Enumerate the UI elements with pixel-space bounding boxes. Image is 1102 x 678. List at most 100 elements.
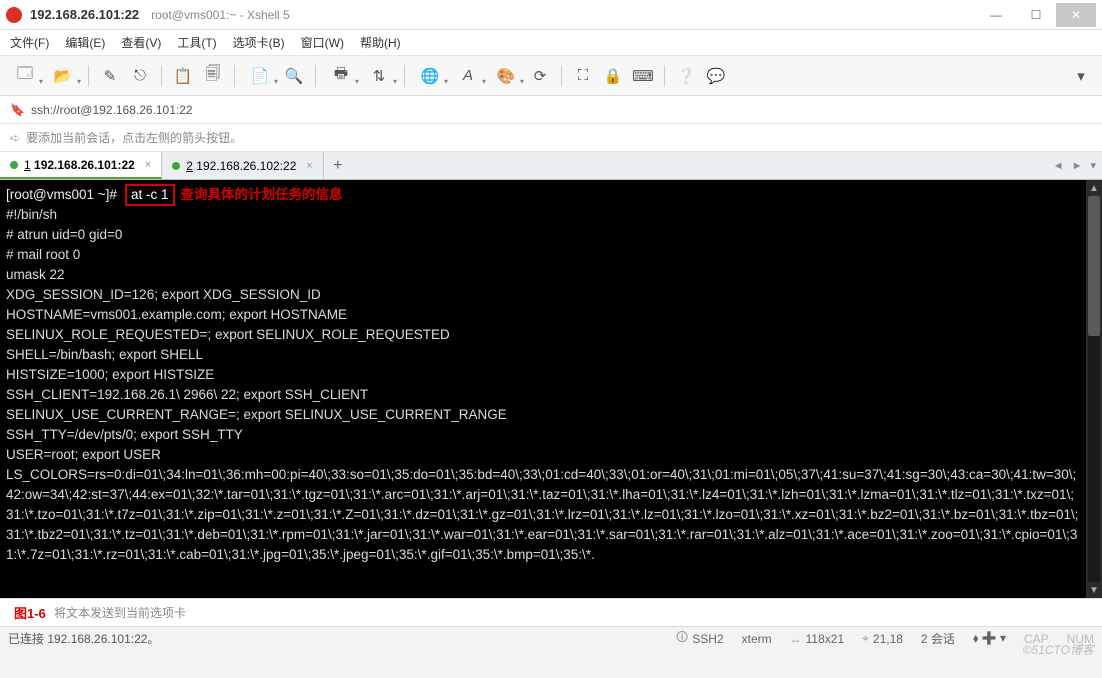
terminal-line: SELINUX_ROLE_REQUESTED=; export SELINUX_… [6,327,450,342]
separator [315,65,316,87]
terminal-line: # atrun uid=0 gid=0 [6,227,122,242]
terminal-line: #!/bin/sh [6,207,57,222]
close-button[interactable]: ✕ [1056,3,1096,27]
lock-small-icon: 🛈 [676,628,688,649]
window-title-sub: root@vms001:~ - Xshell 5 [151,8,290,22]
scroll-thumb[interactable] [1088,196,1100,336]
session-tab-1[interactable]: 1 192.168.26.101:22 × [0,152,162,179]
terminal-line: SELINUX_USE_CURRENT_RANGE=; export SELIN… [6,407,507,422]
new-session-icon[interactable]: 🗔▾ [8,63,42,89]
status-overflow[interactable]: ⬧ ➕ ▾ [973,631,1006,646]
window-title-host: 192.168.26.101:22 [30,7,139,22]
tab-index: 1 [24,158,31,172]
refresh-icon[interactable]: ⟳ [527,63,553,89]
separator [234,65,235,87]
terminal-annotation: 查询具体的计划任务的信息 [181,187,343,202]
tab-scroll-left-icon[interactable]: ◄ [1053,160,1064,172]
menu-file[interactable]: 文件(F) [10,34,49,51]
compose-bar[interactable]: 图1-6 将文本发送到当前选项卡 [0,598,1102,626]
tab-label: 192.168.26.101:22 [34,158,135,172]
hint-bar: ➪ 要添加当前会话，点击左侧的箭头按钮。 [0,124,1102,152]
reconnect-icon[interactable]: ✎ [97,63,123,89]
menu-window[interactable]: 窗口(W) [301,34,344,51]
menu-help[interactable]: 帮助(H) [360,34,401,51]
status-size: ↔118x21 [790,632,844,646]
app-icon [6,7,22,23]
find-icon[interactable]: 🔍 [281,63,307,89]
status-sessions: 2 会话 [921,630,955,647]
address-url[interactable]: ssh://root@192.168.26.101:22 [31,103,193,117]
menu-tools[interactable]: 工具(T) [177,34,216,51]
session-tab-2[interactable]: 2 192.168.26.102:22 × [162,152,324,179]
menu-bar: 文件(F) 编辑(E) 查看(V) 工具(T) 选项卡(B) 窗口(W) 帮助(… [0,30,1102,56]
separator [161,65,162,87]
minimize-button[interactable]: — [976,3,1016,27]
add-tab-button[interactable]: + [324,152,352,179]
close-icon[interactable]: × [306,160,312,172]
toolbar-overflow-icon[interactable]: ▾ [1068,63,1094,89]
menu-tabs[interactable]: 选项卡(B) [233,34,285,51]
separator [664,65,665,87]
color-icon[interactable]: 🎨▾ [489,63,523,89]
status-cursor: ⌖21,18 [862,631,903,646]
font-icon[interactable]: A▾ [451,63,485,89]
size-icon: ↔ [790,632,802,646]
bookmark-icon[interactable]: 🔖 [10,103,25,117]
open-session-icon[interactable]: 📂▾ [46,63,80,89]
terminal-output[interactable]: [root@vms001 ~]# at -c 1 查询具体的计划任务的信息 #!/… [0,180,1086,598]
terminal-line: HOSTNAME=vms001.example.com; export HOST… [6,307,347,322]
title-bar: 192.168.26.101:22 root@vms001:~ - Xshell… [0,0,1102,30]
hint-text: 要添加当前会话，点击左侧的箭头按钮。 [26,129,242,146]
terminal-line: # mail root 0 [6,247,80,262]
scroll-down-icon[interactable]: ▼ [1086,582,1102,598]
close-icon[interactable]: × [145,159,151,171]
terminal-line: SSH_CLIENT=192.168.26.1\ 2966\ 22; expor… [6,387,368,402]
paste-icon[interactable]: 📄▾ [243,63,277,89]
address-bar: 🔖 ssh://root@192.168.26.101:22 [0,96,1102,124]
terminal-line: umask 22 [6,267,65,282]
watermark: ©51CTO博客 [1023,641,1094,658]
scroll-up-icon[interactable]: ▲ [1086,180,1102,196]
tab-index: 2 [186,159,193,173]
toolbar: 🗔▾ 📂▾ ✎ ⎋ 📋 🗐 📄▾ 🔍 🖶▾ ⇅▾ 🌐▾ A▾ 🎨▾ ⟳ ⛶ 🔒 … [0,56,1102,96]
cursor-icon: ⌖ [862,631,869,646]
tab-menu-icon[interactable]: ▾ [1090,159,1096,172]
separator [404,65,405,87]
terminal-line: SHELL=/bin/bash; export SHELL [6,347,203,362]
keyboard-icon[interactable]: ⌨ [630,63,656,89]
status-dot-icon [10,161,18,169]
terminal-pane: [root@vms001 ~]# at -c 1 查询具体的计划任务的信息 #!/… [0,180,1102,598]
print-icon[interactable]: 🖶▾ [324,63,358,89]
separator [561,65,562,87]
tab-scroll: ◄ ► ▾ [1047,152,1102,179]
chat-icon[interactable]: 💬 [703,63,729,89]
help-icon[interactable]: ❔ [673,63,699,89]
terminal-line: XDG_SESSION_ID=126; export XDG_SESSION_I… [6,287,321,302]
properties-icon[interactable]: 📋 [170,63,196,89]
menu-view[interactable]: 查看(V) [121,34,161,51]
lock-icon[interactable]: 🔒 [600,63,626,89]
maximize-button[interactable]: ☐ [1016,3,1056,27]
terminal-line-lscolors: LS_COLORS=rs=0:di=01\;34:ln=01\;36:mh=00… [6,467,1079,562]
copy-icon[interactable]: 🗐 [200,63,226,89]
transfer-icon[interactable]: ⇅▾ [362,63,396,89]
menu-edit[interactable]: 编辑(E) [65,34,105,51]
terminal-scrollbar[interactable]: ▲ ▼ [1086,180,1102,598]
tab-label: 192.168.26.102:22 [196,159,296,173]
window-controls: — ☐ ✕ [976,3,1096,27]
fullscreen-icon[interactable]: ⛶ [570,63,596,89]
status-bar: 已连接 192.168.26.101:22。 🛈SSH2 xterm ↔118x… [0,626,1102,650]
terminal-line: USER=root; export USER [6,447,161,462]
status-protocol: 🛈SSH2 [676,628,724,649]
disconnect-icon[interactable]: ⎋ [127,63,153,89]
globe-icon[interactable]: 🌐▾ [413,63,447,89]
terminal-command-highlight: at -c 1 [125,184,175,206]
status-termtype: xterm [742,632,772,646]
terminal-prompt: [root@vms001 ~]# [6,187,117,202]
tab-scroll-right-icon[interactable]: ► [1072,160,1083,172]
terminal-line: HISTSIZE=1000; export HISTSIZE [6,367,214,382]
compose-placeholder: 将文本发送到当前选项卡 [54,604,186,621]
separator [88,65,89,87]
arrow-icon[interactable]: ➪ [10,131,20,145]
figure-label: 图1-6 [14,603,46,622]
